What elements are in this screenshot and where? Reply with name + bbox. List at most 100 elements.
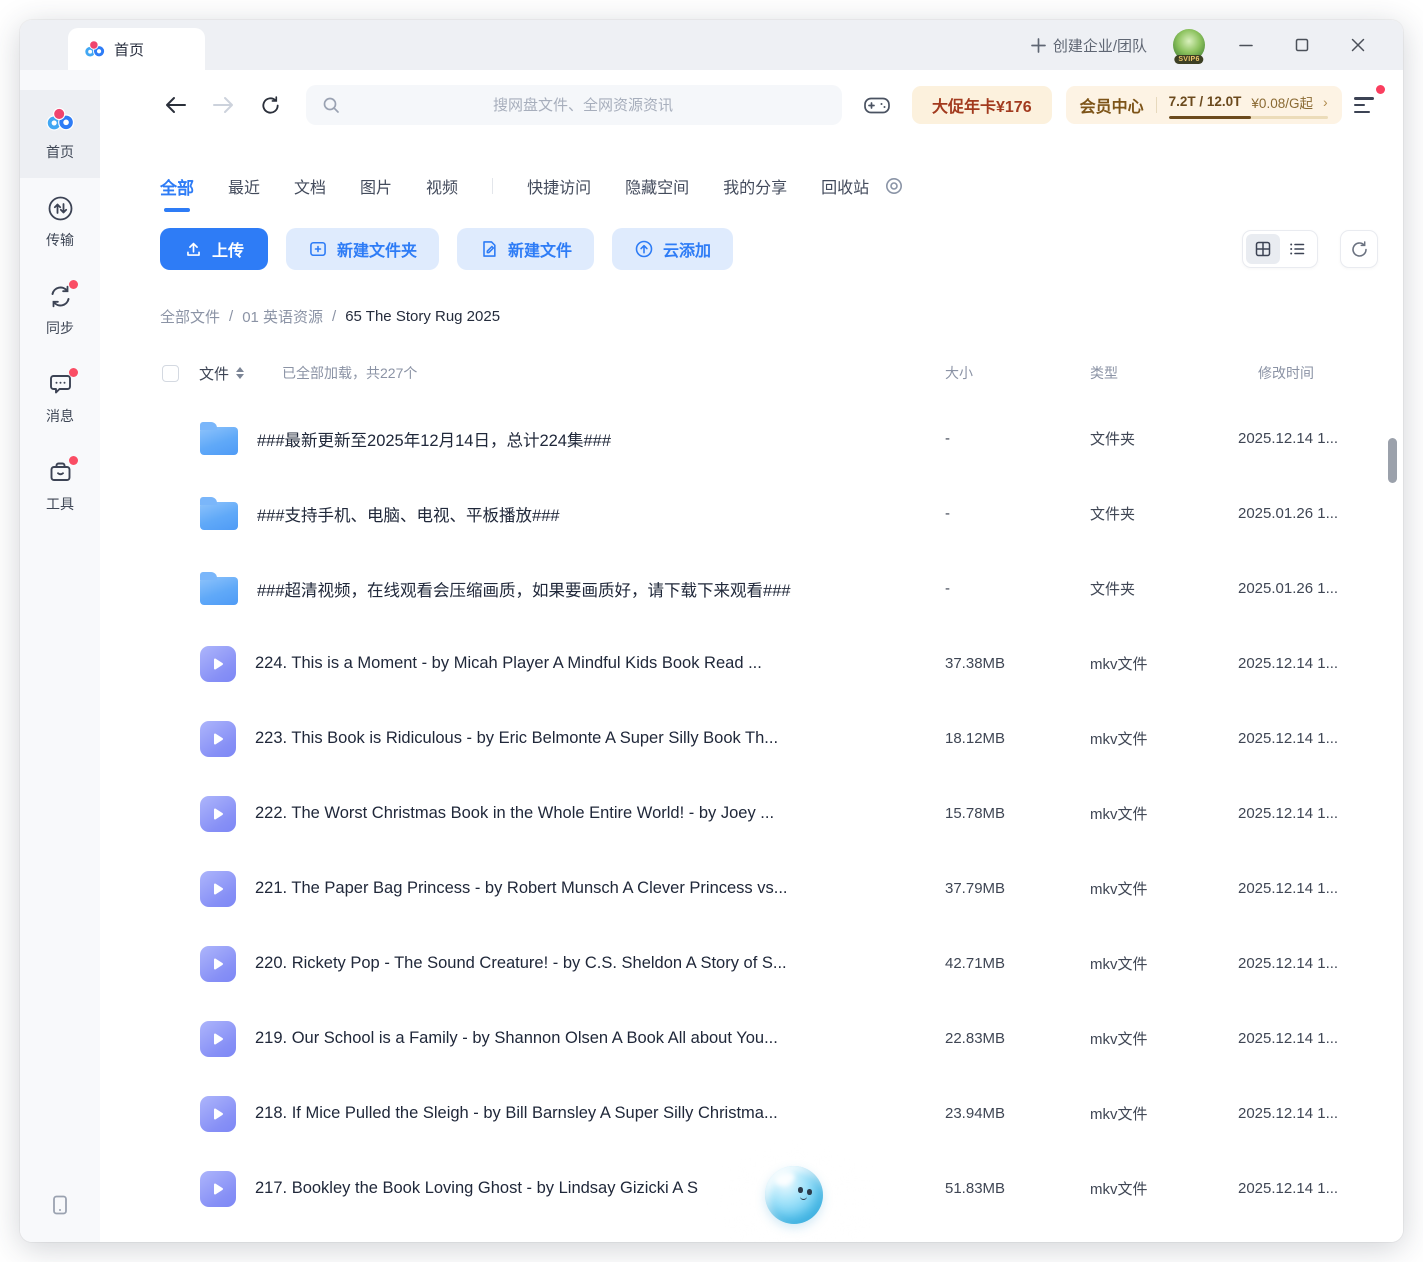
file-name[interactable]: 223. This Book is Ridiculous - by Eric B… xyxy=(255,729,778,748)
file-modified: 2025.01.26 1... xyxy=(1238,580,1378,597)
sidebar-item-tools[interactable]: 工具 xyxy=(20,442,100,530)
list-header: 文件 已全部加载，共227个 大小 类型 修改时间 xyxy=(100,361,1403,385)
nav-tab-0[interactable]: 全部 xyxy=(160,174,194,199)
file-name[interactable]: ###超清视频，在线观看会压缩画质，如果要画质好，请下载下来观看### xyxy=(257,577,791,601)
file-name[interactable]: 217. Bookley the Book Loving Ghost - by … xyxy=(255,1179,786,1198)
file-row[interactable]: 224. This is a Moment - by Micah Player … xyxy=(100,626,1403,701)
file-row[interactable]: ###超清视频，在线观看会压缩画质，如果要画质好，请下载下来观看### - 文件… xyxy=(100,551,1403,626)
file-row[interactable]: 223. This Book is Ridiculous - by Eric B… xyxy=(100,701,1403,776)
breadcrumb: 全部文件 / 01 英语资源 / 65 The Story Rug 2025 xyxy=(100,306,1403,327)
breadcrumb-root[interactable]: 全部文件 xyxy=(160,306,220,327)
close-button[interactable] xyxy=(1343,30,1373,60)
file-modified: 2025.12.14 1... xyxy=(1238,1105,1378,1122)
nav-tab-3[interactable]: 图片 xyxy=(360,174,392,198)
new-folder-button[interactable]: 新建文件夹 xyxy=(286,228,439,270)
search-icon xyxy=(322,96,340,114)
file-type: mkv文件 xyxy=(1090,803,1238,824)
file-name[interactable]: 221. The Paper Bag Princess - by Robert … xyxy=(255,879,788,898)
storage-used: 7.2T / 12.0T xyxy=(1169,94,1242,109)
member-center-label: 会员中心 xyxy=(1080,93,1144,117)
file-row[interactable]: 219. Our School is a Family - by Shannon… xyxy=(100,1001,1403,1076)
forward-button[interactable] xyxy=(209,91,237,119)
file-type: mkv文件 xyxy=(1090,653,1238,674)
file-name[interactable]: 222. The Worst Christmas Book in the Who… xyxy=(255,804,774,823)
new-file-button[interactable]: 新建文件 xyxy=(457,228,594,270)
file-size: 42.71MB xyxy=(945,955,1090,972)
file-size: 15.78MB xyxy=(945,805,1090,822)
tab-settings-icon[interactable] xyxy=(885,177,903,195)
nav-tab-5[interactable]: 快捷访问 xyxy=(527,174,591,198)
back-button[interactable] xyxy=(162,91,190,119)
sidebar-item-home[interactable]: 首页 xyxy=(20,90,100,178)
refresh-button[interactable] xyxy=(256,91,284,119)
file-row[interactable]: 220. Rickety Pop - The Sound Creature! -… xyxy=(100,926,1403,1001)
column-type: 类型 xyxy=(1090,363,1238,383)
file-row[interactable]: 221. The Paper Bag Princess - by Robert … xyxy=(100,851,1403,926)
file-row[interactable]: ###最新更新至2025年12月14日，总计224集### - 文件夹 2025… xyxy=(100,401,1403,476)
app-window: 首页 创建企业/团队 SVIP6 xyxy=(20,20,1403,1242)
nav-tab-1[interactable]: 最近 xyxy=(228,174,260,198)
search-bar[interactable] xyxy=(306,85,842,125)
ai-assistant-bubble[interactable] xyxy=(765,1166,823,1224)
upload-button[interactable]: 上传 xyxy=(160,228,268,270)
home-logo-icon xyxy=(46,106,74,134)
new-folder-icon xyxy=(308,239,328,259)
select-all-checkbox[interactable] xyxy=(162,365,179,382)
promo-annual-card-button[interactable]: 大促年卡¥176 xyxy=(912,86,1052,124)
sync-icon xyxy=(46,282,74,310)
cloud-add-button[interactable]: 云添加 xyxy=(612,228,733,270)
file-modified: 2025.12.14 1... xyxy=(1238,805,1378,822)
nav-tab-6[interactable]: 隐藏空间 xyxy=(625,174,689,198)
file-size: - xyxy=(945,580,1090,597)
sort-icon[interactable] xyxy=(236,367,244,379)
avatar[interactable]: SVIP6 xyxy=(1173,29,1205,61)
minimize-button[interactable] xyxy=(1231,30,1261,60)
file-name[interactable]: 218. If Mice Pulled the Sleigh - by Bill… xyxy=(255,1104,778,1123)
sidebar-item-sync[interactable]: 同步 xyxy=(20,266,100,354)
create-team-button[interactable]: 创建企业/团队 xyxy=(1031,35,1147,56)
notification-dot xyxy=(1376,85,1385,94)
nav-tab-4[interactable]: 视频 xyxy=(426,174,458,198)
toolbox-icon xyxy=(46,458,74,486)
file-name[interactable]: 219. Our School is a Family - by Shannon… xyxy=(255,1029,778,1048)
sidebar: 首页 传输 xyxy=(20,70,100,1242)
storage-info: 7.2T / 12.0T ¥0.08/G起 › xyxy=(1169,92,1328,119)
sidebar-item-transfer[interactable]: 传输 xyxy=(20,178,100,266)
file-name[interactable]: ###支持手机、电脑、电视、平板播放### xyxy=(257,502,560,526)
sidebar-item-messages[interactable]: 消息 xyxy=(20,354,100,442)
list-refresh-button[interactable] xyxy=(1340,230,1378,268)
grid-view-button[interactable] xyxy=(1246,234,1280,264)
search-input[interactable] xyxy=(340,97,826,114)
file-name[interactable]: 224. This is a Moment - by Micah Player … xyxy=(255,654,762,673)
column-file[interactable]: 文件 xyxy=(199,363,229,384)
file-modified: 2025.12.14 1... xyxy=(1238,955,1378,972)
file-name[interactable]: ###最新更新至2025年12月14日，总计224集### xyxy=(257,427,611,451)
cloud-add-icon xyxy=(634,239,654,259)
file-row[interactable]: ###支持手机、电脑、电视、平板播放### - 文件夹 2025.01.26 1… xyxy=(100,476,1403,551)
video-file-icon xyxy=(200,1021,236,1057)
notification-dot xyxy=(69,280,78,289)
sidebar-item-label: 首页 xyxy=(46,142,74,162)
scrollbar-thumb[interactable] xyxy=(1388,438,1397,483)
list-view-button[interactable] xyxy=(1280,234,1314,264)
file-size: - xyxy=(945,505,1090,522)
file-modified: 2025.12.14 1... xyxy=(1238,430,1378,447)
file-name[interactable]: 220. Rickety Pop - The Sound Creature! -… xyxy=(255,954,787,973)
file-row[interactable]: 218. If Mice Pulled the Sleigh - by Bill… xyxy=(100,1076,1403,1151)
file-row[interactable]: 222. The Worst Christmas Book in the Who… xyxy=(100,776,1403,851)
file-modified: 2025.12.14 1... xyxy=(1238,880,1378,897)
breadcrumb-folder[interactable]: 01 英语资源 xyxy=(242,306,323,327)
vip-badge: SVIP6 xyxy=(1174,55,1203,64)
breadcrumb-separator: / xyxy=(332,308,336,325)
member-center-button[interactable]: 会员中心 7.2T / 12.0T ¥0.08/G起 › xyxy=(1066,86,1342,124)
mobile-app-button[interactable] xyxy=(20,1194,100,1216)
video-file-icon xyxy=(200,721,236,757)
tab-home[interactable]: 首页 xyxy=(68,28,205,70)
more-menu-icon[interactable] xyxy=(1354,95,1378,115)
nav-tab-2[interactable]: 文档 xyxy=(294,174,326,198)
nav-tab-7[interactable]: 我的分享 xyxy=(723,174,787,198)
create-team-label: 创建企业/团队 xyxy=(1053,35,1147,56)
nav-tab-8[interactable]: 回收站 xyxy=(821,174,869,198)
game-icon[interactable] xyxy=(864,94,890,116)
maximize-button[interactable] xyxy=(1287,30,1317,60)
